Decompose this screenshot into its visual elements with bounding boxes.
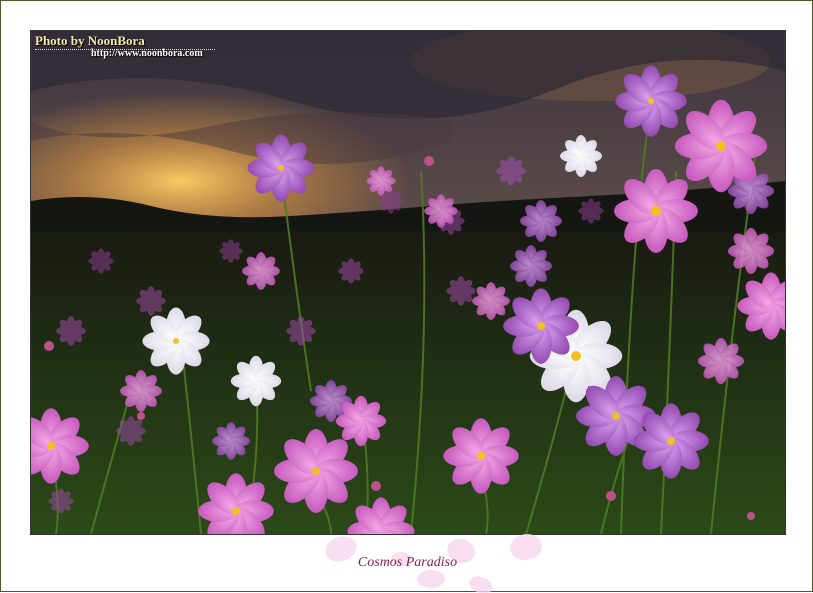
watermark-title: Photo by NoonBora: [35, 33, 145, 48]
photo-frame: Photo by NoonBora http://www.noonbora.co…: [0, 0, 813, 593]
cosmos-field-photo: Photo by NoonBora http://www.noonbora.co…: [30, 30, 786, 535]
watermark-url: http://www.noonbora.com: [91, 48, 203, 59]
photo-illustration: [31, 31, 785, 534]
photo-caption: Cosmos Paradiso: [357, 555, 458, 570]
